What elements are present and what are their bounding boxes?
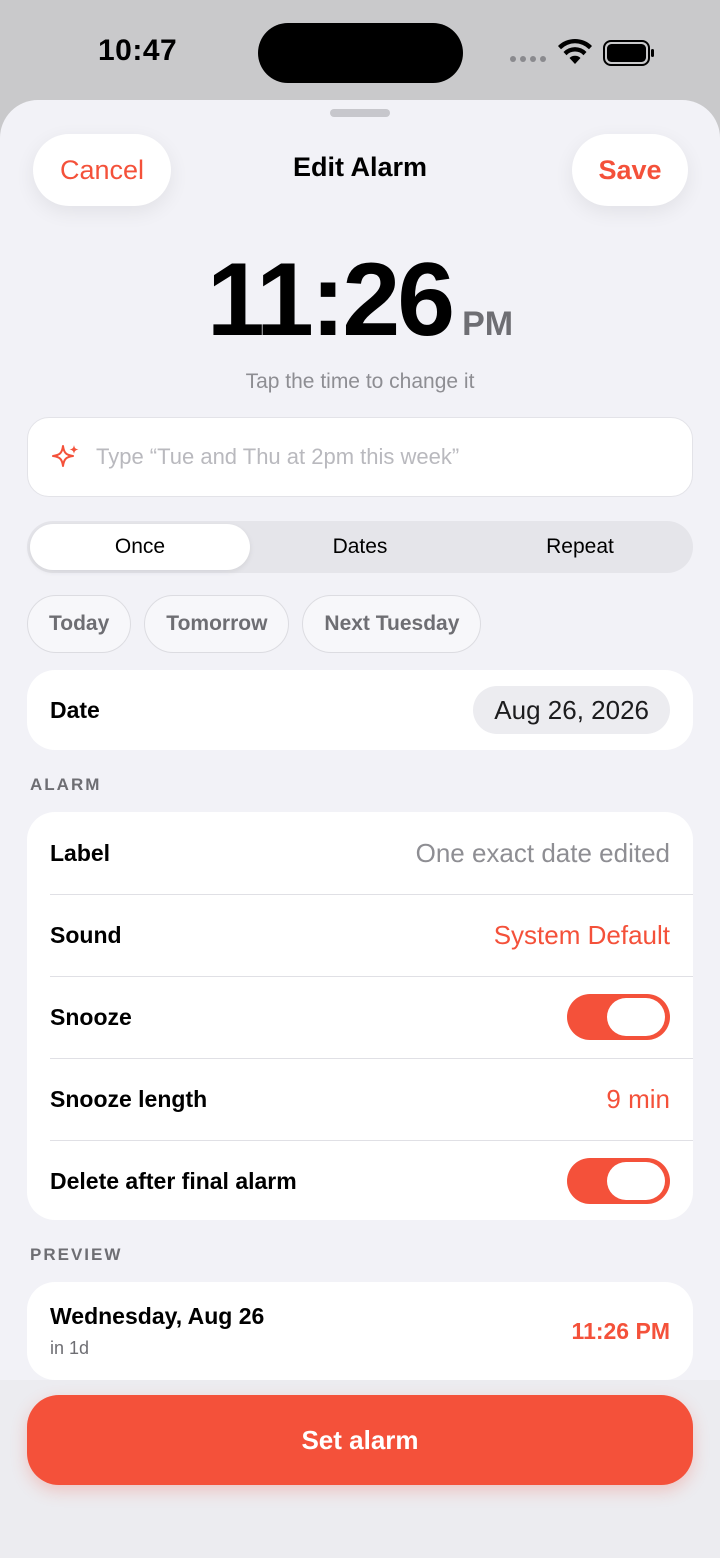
alarm-time[interactable]: 11:26 [207, 248, 455, 352]
status-bar: 10:47 [0, 0, 720, 100]
tab-dates[interactable]: Dates [250, 524, 470, 570]
cellular-signal-icon [510, 56, 546, 62]
label-row-label: Label [50, 839, 111, 866]
snooze-row: Snooze [27, 976, 693, 1058]
chip-next-tuesday[interactable]: Next Tuesday [302, 595, 482, 653]
tab-repeat[interactable]: Repeat [470, 524, 690, 570]
preview-info: Wednesday, Aug 26 in 1d [50, 1303, 264, 1359]
edit-alarm-sheet: Cancel Edit Alarm Save 11:26 PM Tap the … [0, 100, 720, 1558]
snooze-toggle[interactable] [567, 994, 670, 1040]
wifi-icon [558, 38, 592, 64]
snooze-length-row[interactable]: Snooze length 9 min [27, 1058, 693, 1140]
sheet-grabber[interactable] [330, 109, 390, 117]
time-hint: Tap the time to change it [245, 370, 475, 393]
date-picker-button[interactable]: Aug 26, 2026 [473, 686, 670, 734]
sparkle-icon [52, 445, 79, 467]
toggle-knob [607, 998, 665, 1036]
snooze-row-label: Snooze [50, 1003, 132, 1030]
delete-after-toggle[interactable] [567, 1158, 670, 1204]
date-label: Date [50, 696, 100, 723]
snooze-length-value[interactable]: 9 min [606, 1084, 670, 1115]
chip-tomorrow[interactable]: Tomorrow [144, 595, 290, 653]
alarm-settings-card: Label One exact date edited Sound System… [27, 812, 693, 1220]
quick-schedule-input[interactable] [96, 444, 656, 470]
save-button[interactable]: Save [572, 134, 688, 206]
sound-row-value[interactable]: System Default [494, 920, 670, 951]
snooze-length-label: Snooze length [50, 1085, 208, 1112]
bottom-action-area: Set alarm [0, 1380, 720, 1558]
dynamic-island [258, 23, 463, 83]
alarm-section-header: ALARM [30, 775, 102, 794]
alarm-period[interactable]: PM [462, 305, 513, 344]
set-alarm-button[interactable]: Set alarm [27, 1395, 693, 1485]
preview-section-header: PREVIEW [30, 1245, 123, 1264]
quick-schedule-input-field[interactable] [27, 417, 693, 497]
alarm-time-display[interactable]: 11:26 PM [0, 248, 720, 352]
sound-row-label: Sound [50, 921, 122, 948]
delete-after-row: Delete after final alarm [27, 1140, 693, 1222]
preview-time: 11:26 PM [571, 1317, 670, 1344]
delete-after-label: Delete after final alarm [50, 1167, 297, 1194]
toggle-knob [607, 1162, 665, 1200]
preview-card: Wednesday, Aug 26 in 1d 11:26 PM [27, 1282, 693, 1380]
label-row[interactable]: Label One exact date edited [27, 812, 693, 894]
chip-today[interactable]: Today [27, 595, 132, 653]
schedule-mode-segmented-control: Once Dates Repeat [27, 521, 693, 573]
tab-once[interactable]: Once [30, 524, 250, 570]
status-time: 10:47 [98, 34, 178, 67]
quick-date-chips: Today Tomorrow Next Tuesday [27, 595, 482, 653]
preview-date: Wednesday, Aug 26 [50, 1303, 265, 1329]
battery-icon [603, 40, 654, 66]
sound-row[interactable]: Sound System Default [27, 894, 693, 976]
label-row-value[interactable]: One exact date edited [416, 838, 670, 869]
preview-relative-time: in 1d [50, 1338, 90, 1358]
date-row: Date Aug 26, 2026 [27, 670, 693, 750]
